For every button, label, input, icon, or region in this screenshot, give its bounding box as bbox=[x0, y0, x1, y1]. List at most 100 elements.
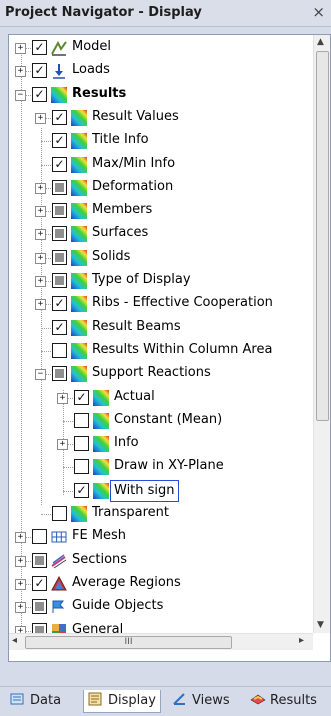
checkbox[interactable] bbox=[74, 412, 89, 428]
checkbox[interactable] bbox=[32, 599, 47, 615]
tree-item-result-beams[interactable]: ✓ Result Beams bbox=[9, 317, 309, 340]
checkbox[interactable] bbox=[52, 342, 67, 358]
tab-results[interactable]: Results bbox=[250, 690, 317, 712]
tree-item-result-values[interactable]: + ✓ Result Values bbox=[9, 107, 309, 130]
tree-item-deformation[interactable]: + Deformation bbox=[9, 177, 309, 200]
expand-icon[interactable]: + bbox=[15, 602, 26, 614]
tree-item-constant-mean[interactable]: Constant (Mean) bbox=[9, 410, 309, 433]
tree-item-support-reactions[interactable]: − Support Reactions bbox=[9, 363, 309, 386]
tab-display[interactable]: Display bbox=[83, 690, 161, 713]
tree-item-label: Support Reactions bbox=[92, 365, 211, 381]
checkbox[interactable]: ✓ bbox=[74, 482, 89, 498]
tree-item-transparent[interactable]: Transparent bbox=[9, 503, 309, 526]
checkbox[interactable]: ✓ bbox=[32, 63, 47, 79]
vertical-scroll-thumb[interactable] bbox=[316, 51, 329, 421]
tree-content: + ✓ Model + ✓ Loads − ✓ Results + ✓ Result Values ✓ T… bbox=[9, 35, 309, 633]
general-icon bbox=[50, 622, 68, 633]
tab-display-label: Display bbox=[108, 693, 156, 708]
checkbox[interactable] bbox=[52, 226, 67, 242]
tree-item-type-of-display[interactable]: + Type of Display bbox=[9, 270, 309, 293]
expand-icon[interactable]: + bbox=[35, 299, 46, 311]
tree-item-guide-objects[interactable]: + Guide Objects bbox=[9, 596, 309, 619]
expand-icon[interactable]: + bbox=[35, 276, 46, 287]
expand-icon[interactable]: + bbox=[15, 532, 26, 544]
checkbox[interactable]: ✓ bbox=[52, 156, 67, 172]
tab-views-label: Views bbox=[192, 693, 230, 708]
close-icon[interactable]: × bbox=[312, 3, 325, 21]
tree-item-label: Result Values bbox=[92, 108, 179, 124]
tree-item-average-regions[interactable]: + ✓ Average Regions bbox=[9, 573, 309, 596]
checkbox[interactable] bbox=[32, 552, 47, 568]
checkbox[interactable]: ✓ bbox=[32, 575, 47, 591]
fe-mesh-icon bbox=[50, 528, 68, 546]
tab-data[interactable]: Data bbox=[10, 690, 61, 712]
tree-item-surfaces[interactable]: + Surfaces bbox=[9, 223, 309, 246]
checkbox[interactable]: ✓ bbox=[52, 109, 67, 125]
checkbox[interactable]: ✓ bbox=[32, 86, 47, 102]
expand-icon[interactable]: + bbox=[35, 112, 46, 124]
tree-item-fe-mesh[interactable]: + FE Mesh bbox=[9, 526, 309, 549]
tree-item-draw-in-xy-plane[interactable]: Draw in XY-Plane bbox=[9, 456, 309, 479]
scroll-down-icon[interactable]: ▼ bbox=[317, 620, 324, 630]
tree-item-general[interactable]: + General bbox=[9, 620, 309, 633]
expand-icon[interactable]: + bbox=[35, 229, 46, 241]
checkbox[interactable] bbox=[52, 179, 67, 195]
expand-icon[interactable]: + bbox=[57, 392, 68, 404]
expand-icon[interactable]: + bbox=[15, 66, 26, 78]
tree-item-max-min-info[interactable]: ✓ Max/Min Info bbox=[9, 154, 309, 177]
result-icon bbox=[70, 295, 88, 313]
tree-item-loads[interactable]: + ✓ Loads bbox=[9, 60, 309, 83]
tree-item-results-within-column-area[interactable]: Results Within Column Area bbox=[9, 340, 309, 363]
tree-view[interactable]: + ✓ Model + ✓ Loads − ✓ Results + ✓ Result Values ✓ T… bbox=[8, 34, 331, 662]
checkbox[interactable] bbox=[32, 622, 47, 633]
expand-icon[interactable]: + bbox=[15, 578, 26, 590]
checkbox[interactable] bbox=[52, 366, 67, 382]
horizontal-scroll-thumb[interactable]: III bbox=[25, 636, 232, 649]
expand-icon[interactable]: + bbox=[35, 182, 46, 194]
result-icon bbox=[70, 249, 88, 267]
horizontal-scrollbar[interactable]: ◂ III ▸ bbox=[9, 633, 313, 650]
vertical-scrollbar[interactable]: ▲ ▼ bbox=[313, 35, 330, 633]
scroll-up-icon[interactable]: ▲ bbox=[317, 37, 324, 47]
expand-icon[interactable]: + bbox=[15, 625, 26, 633]
checkbox[interactable]: ✓ bbox=[52, 296, 67, 312]
checkbox[interactable] bbox=[52, 506, 67, 521]
collapse-icon[interactable]: − bbox=[35, 369, 46, 381]
checkbox[interactable] bbox=[32, 529, 47, 545]
scroll-left-icon[interactable]: ◂ bbox=[12, 635, 17, 646]
checkbox[interactable] bbox=[52, 249, 67, 265]
checkbox[interactable] bbox=[74, 459, 89, 475]
checkbox[interactable] bbox=[52, 273, 67, 288]
tree-item-label: Loads bbox=[72, 62, 110, 78]
tree-item-ribs-effective-cooperation[interactable]: + ✓ Ribs - Effective Cooperation bbox=[9, 293, 309, 316]
scroll-right-icon[interactable]: ▸ bbox=[299, 635, 304, 646]
result-icon bbox=[92, 389, 110, 407]
expand-icon[interactable]: + bbox=[35, 206, 46, 218]
tree-item-label: Solids bbox=[92, 248, 131, 264]
tree-item-members[interactable]: + Members bbox=[9, 200, 309, 223]
checkbox[interactable]: ✓ bbox=[74, 389, 89, 405]
tree-item-solids[interactable]: + Solids bbox=[9, 247, 309, 270]
checkbox[interactable] bbox=[74, 436, 89, 452]
checkbox[interactable]: ✓ bbox=[52, 133, 67, 149]
checkbox[interactable] bbox=[52, 203, 67, 219]
collapse-icon[interactable]: − bbox=[15, 89, 26, 101]
checkbox[interactable]: ✓ bbox=[32, 40, 47, 55]
panel-title: Project Navigator - Display bbox=[5, 5, 202, 20]
expand-icon[interactable]: + bbox=[57, 439, 68, 451]
tree-item-model[interactable]: + ✓ Model bbox=[9, 37, 309, 60]
expand-icon[interactable]: + bbox=[15, 43, 26, 54]
checkbox[interactable]: ✓ bbox=[52, 319, 67, 335]
tab-views[interactable]: Views bbox=[172, 690, 230, 712]
tree-item-results[interactable]: − ✓ Results bbox=[9, 84, 309, 107]
tree-item-info[interactable]: + Info bbox=[9, 433, 309, 456]
tree-item-with-sign[interactable]: ✓ With sign bbox=[9, 479, 309, 503]
tree-item-label: Title Info bbox=[92, 132, 149, 148]
expand-icon[interactable]: + bbox=[35, 252, 46, 264]
tree-item-sections[interactable]: + Sections bbox=[9, 550, 309, 573]
result-icon bbox=[70, 319, 88, 337]
expand-icon[interactable]: + bbox=[15, 555, 26, 567]
result-icon bbox=[70, 109, 88, 127]
tree-item-title-info[interactable]: ✓ Title Info bbox=[9, 130, 309, 153]
tree-item-actual[interactable]: + ✓ Actual bbox=[9, 387, 309, 410]
